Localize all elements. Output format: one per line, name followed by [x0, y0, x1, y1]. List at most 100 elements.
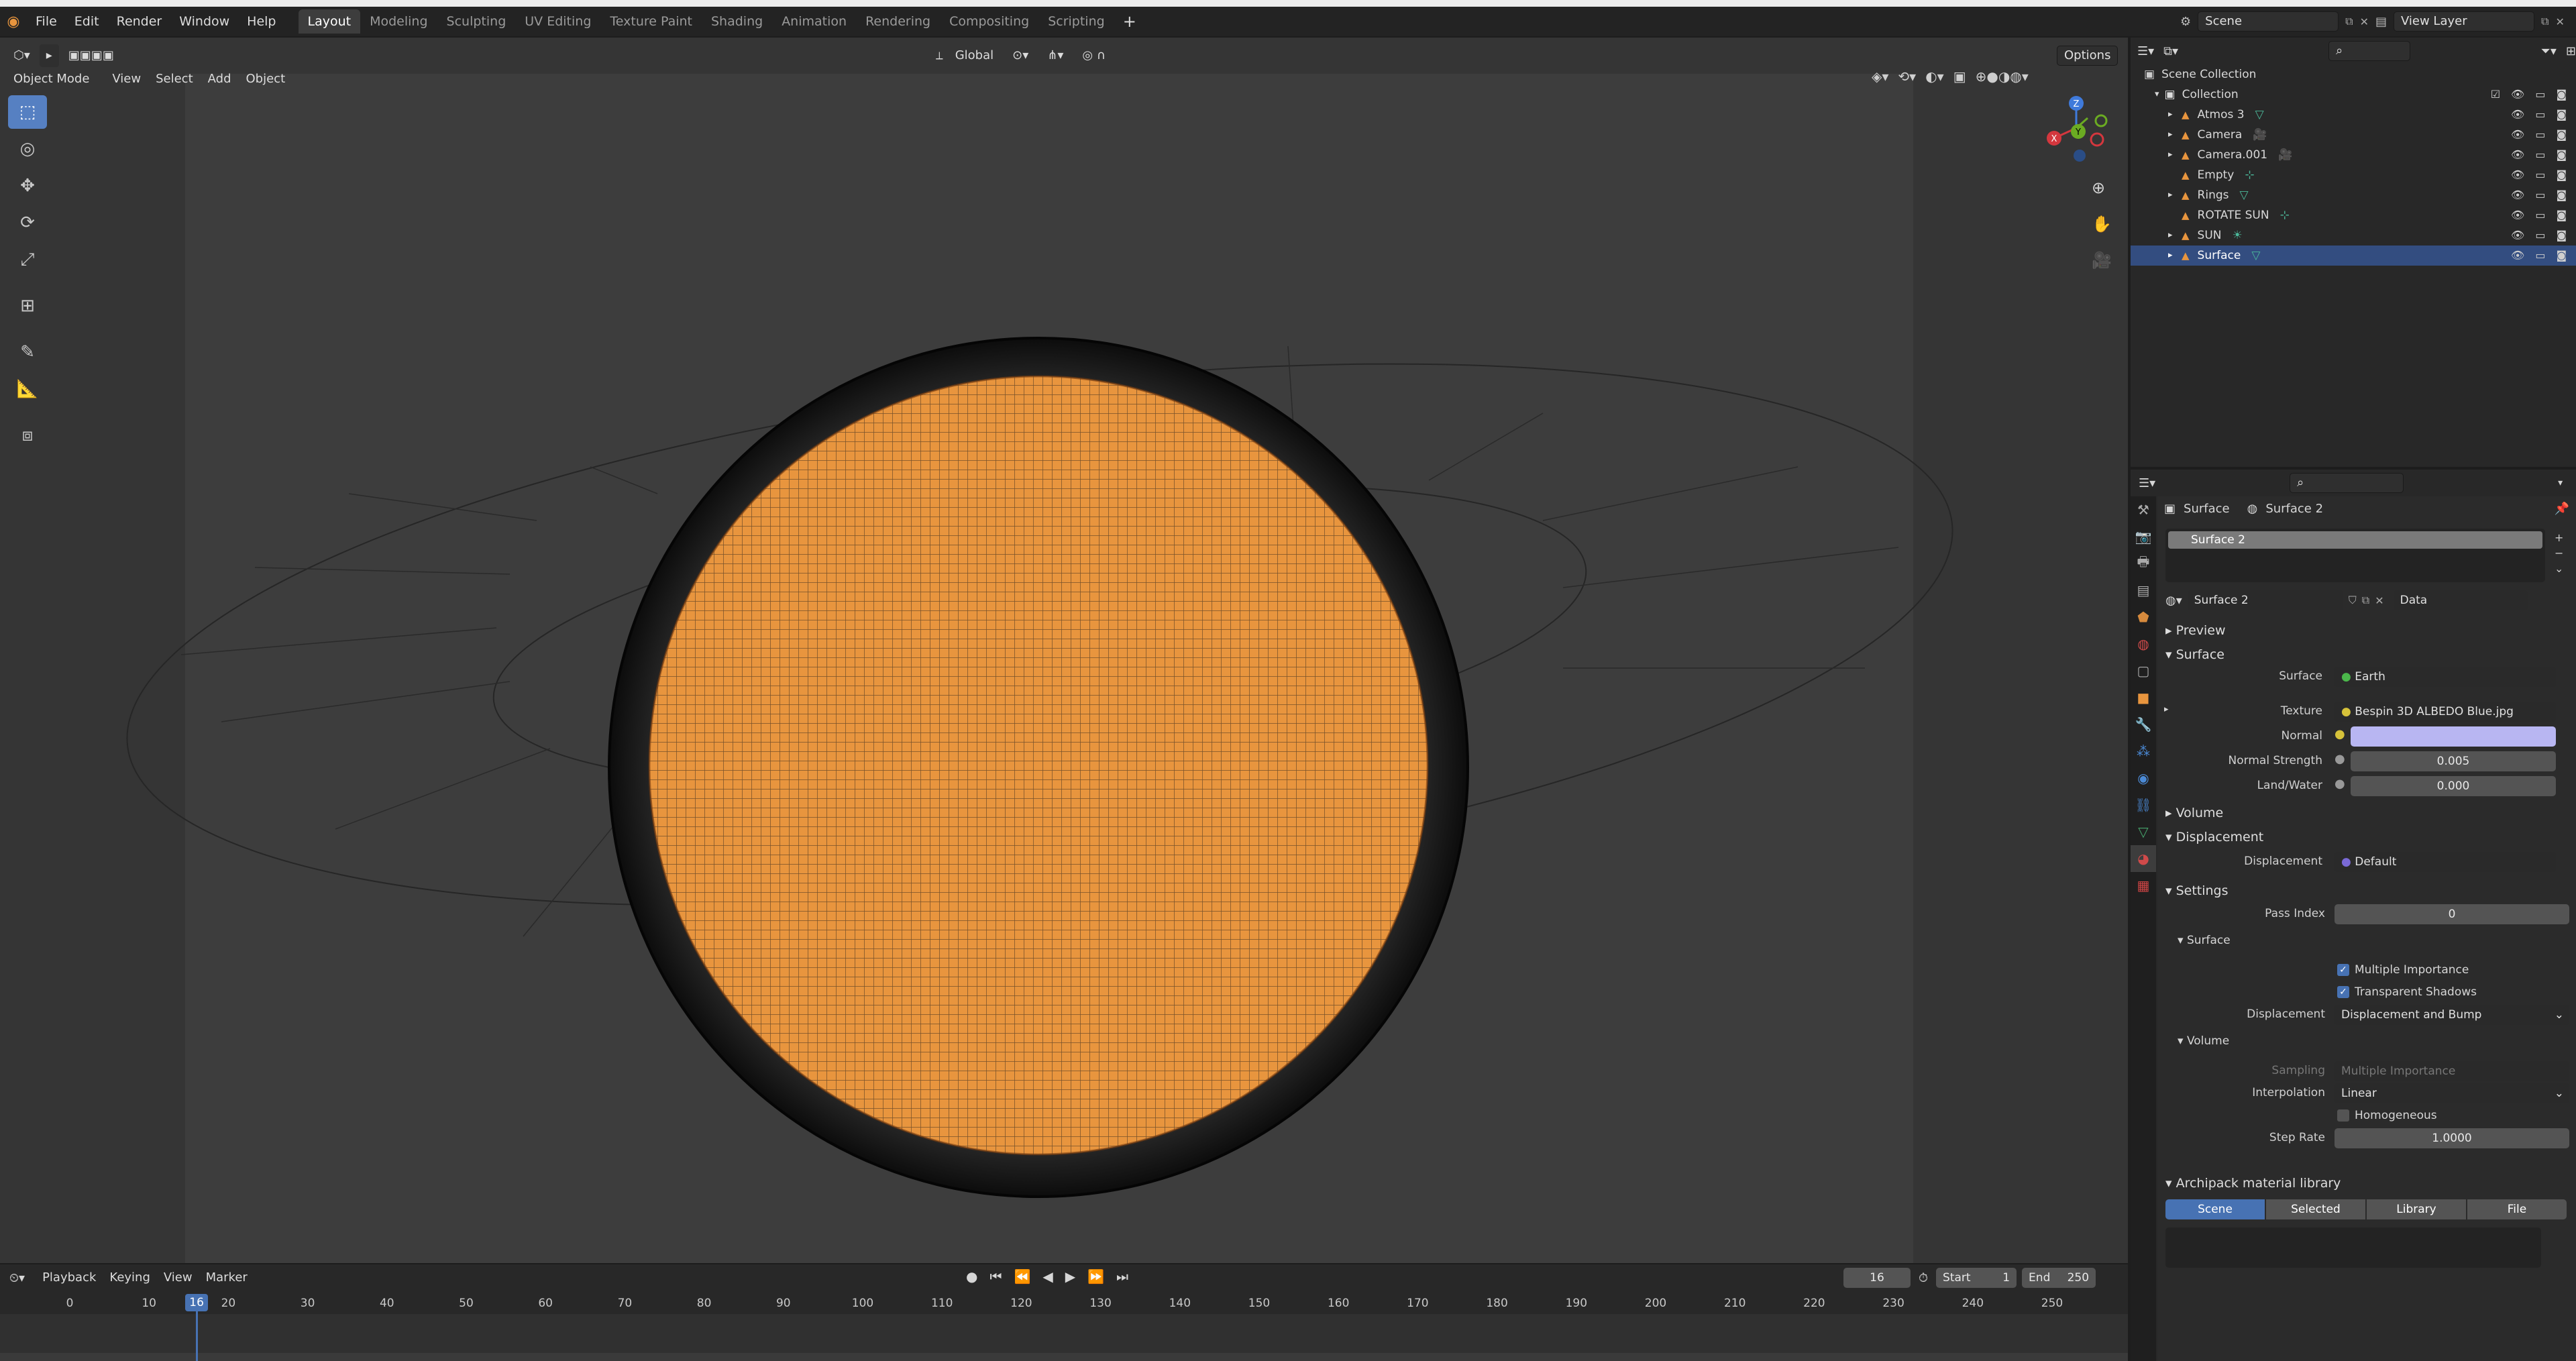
eye-icon[interactable]: 👁 [2511, 225, 2524, 246]
start-frame-field[interactable]: Start 1 [1936, 1268, 2017, 1288]
surface-subpanel-header[interactable]: ▾ Surface [2178, 934, 2231, 947]
pan-hand-icon[interactable]: ✋ [2092, 215, 2112, 233]
camera-view-icon[interactable]: 🎥 [2092, 251, 2112, 270]
world-tab-icon[interactable]: ◍ [2131, 631, 2156, 657]
rotate-icon[interactable]: ⟳ [8, 206, 47, 239]
fake-user-icon[interactable]: ⛉ [2349, 594, 2357, 607]
expand-arrow-icon[interactable]: ▸ [2168, 125, 2182, 145]
outliner-item-surface[interactable]: ▸ ▲ Surface ▽ 👁 ▭ ◙ [2131, 246, 2576, 266]
monitor-icon[interactable]: ▭ [2535, 105, 2545, 125]
surface-panel-header[interactable]: ▾ Surface [2157, 643, 2576, 667]
eye-icon[interactable]: 👁 [2511, 125, 2524, 145]
render-tab-icon[interactable]: 📷 [2131, 523, 2156, 550]
normal-color-field[interactable] [2351, 726, 2556, 747]
display-mode-icon[interactable]: ⧉▾ [2163, 44, 2178, 58]
close-icon[interactable]: ✕ [2555, 15, 2564, 28]
expand-arrow-icon[interactable]: ▸ [2168, 145, 2182, 165]
editor-type-icon[interactable]: ☰▾ [2137, 44, 2154, 58]
copy-icon[interactable]: ⧉ [2541, 15, 2548, 28]
object-tab-icon[interactable]: ■ [2131, 684, 2156, 711]
menu-render[interactable]: Render [108, 7, 171, 36]
3d-viewport[interactable]: ⬡▾ ▸ ▣▣▣▣ ⟂ Global ⊙▾ ⋔▾ ◎ ∩ Options Obj… [0, 38, 2128, 1263]
move-icon[interactable]: ✥ [8, 169, 47, 203]
tab-animation[interactable]: Animation [772, 9, 856, 34]
viewport-menu-view[interactable]: View [105, 68, 148, 91]
monitor-icon[interactable]: ▭ [2535, 165, 2545, 185]
multiple-importance-checkbox[interactable]: ✓ Multiple Importance [2337, 963, 2469, 977]
monitor-icon[interactable]: ▭ [2535, 205, 2545, 225]
eye-icon[interactable]: 👁 [2511, 185, 2524, 205]
blender-logo-icon[interactable]: ◉ [0, 13, 27, 30]
expand-arrow-icon[interactable]: ▸ [2168, 105, 2182, 125]
select-mode-icon[interactable]: ▸ [39, 44, 59, 67]
outliner-item-camera-001[interactable]: ▸ ▲ Camera.001 🎥 👁 ▭ ◙ [2131, 145, 2576, 165]
eye-icon[interactable]: 👁 [2511, 145, 2524, 165]
texture-field[interactable]: ● Bespin 3D ALBEDO Blue.jpg [2334, 702, 2556, 722]
add-slot-icon[interactable]: + [2555, 531, 2563, 544]
pivot-icon[interactable]: ⊙▾ [1006, 44, 1035, 67]
monitor-icon[interactable]: ▭ [2535, 185, 2545, 205]
expand-arrow-icon[interactable]: ▾ [2155, 85, 2159, 105]
volume-panel-header[interactable]: ▸ Volume [2157, 801, 2576, 825]
viewport-menu-object[interactable]: Object [239, 68, 292, 91]
timeline-track[interactable] [0, 1314, 2128, 1353]
monitor-icon[interactable]: ▭ [2535, 125, 2545, 145]
outliner-collection[interactable]: ▾ ▣ Collection ☑ 👁 ▭ ◙ [2131, 85, 2576, 105]
orientation-dropdown[interactable]: Global [949, 44, 1000, 67]
tab-texture-paint[interactable]: Texture Paint [600, 9, 702, 34]
texture-tab-icon[interactable]: ▦ [2131, 872, 2156, 899]
outliner-item-rings[interactable]: ▸ ▲ Rings ▽ 👁 ▭ ◙ [2131, 185, 2576, 205]
constraints-tab-icon[interactable]: ⛓ [2131, 792, 2156, 818]
chevron-down-icon[interactable]: ⌄ [2555, 562, 2563, 575]
timeline-menu-view[interactable]: View [157, 1266, 199, 1289]
archipack-tab-scene[interactable]: Scene [2165, 1199, 2265, 1219]
editor-type-icon[interactable]: ⏲▾ [9, 1271, 25, 1285]
material-slot[interactable]: Surface 2 [2168, 531, 2542, 549]
displacement-field[interactable]: ● Default [2334, 852, 2556, 872]
outliner-item-rotate-sun[interactable]: ▲ ROTATE SUN ⊹ 👁 ▭ ◙ [2131, 205, 2576, 225]
render-camera-icon[interactable]: ◙ [2556, 246, 2567, 266]
cursor-icon[interactable]: ◎ [8, 132, 47, 166]
archipack-tab-library[interactable]: Library [2367, 1199, 2466, 1219]
monitor-icon[interactable]: ▭ [2535, 145, 2545, 165]
timeline-menu-playback[interactable]: Playback [36, 1266, 103, 1289]
measure-icon[interactable]: 📐 [8, 372, 47, 406]
surface-shader-field[interactable]: ● Earth [2334, 667, 2556, 687]
menu-file[interactable]: File [27, 7, 66, 36]
material-browse-icon[interactable]: ◍▾ [2165, 594, 2182, 608]
monitor-icon[interactable]: ▭ [2535, 225, 2545, 246]
duplicate-icon[interactable]: ⧉ [2362, 594, 2369, 607]
render-camera-icon[interactable]: ◙ [2556, 145, 2567, 165]
editor-type-icon[interactable]: ⬡▾ [7, 44, 37, 67]
editor-type-icon[interactable]: ☰▾ [2139, 476, 2155, 490]
clock-icon[interactable]: ⏱ [1919, 1271, 1928, 1285]
tab-uv-editing[interactable]: UV Editing [515, 9, 600, 34]
expand-arrow-icon[interactable]: ▸ [2168, 246, 2182, 266]
transparent-shadows-checkbox[interactable]: ✓ Transparent Shadows [2337, 985, 2477, 999]
viewport-menu-select[interactable]: Select [149, 68, 200, 91]
outliner-item-atmos-3[interactable]: ▸ ▲ Atmos 3 ▽ 👁 ▭ ◙ [2131, 105, 2576, 125]
prev-keyframe-icon[interactable]: ⏪ [1014, 1268, 1030, 1285]
collection-tab-icon[interactable]: ▢ [2131, 657, 2156, 684]
displacement-method-dropdown[interactable]: Displacement and Bump ⌄ [2334, 1005, 2569, 1025]
data-tab-icon[interactable]: ▽ [2131, 818, 2156, 845]
unlink-icon[interactable]: ✕ [2375, 594, 2383, 607]
properties-search-input[interactable]: ⌕ [2290, 473, 2404, 493]
view-layer-field[interactable]: View Layer [2394, 11, 2534, 32]
render-camera-icon[interactable]: ◙ [2556, 105, 2567, 125]
gizmo-icon[interactable]: ⟲▾ [1898, 68, 1916, 85]
current-frame-field[interactable]: 16 [1843, 1268, 1911, 1288]
copy-icon[interactable]: ⧉ [2345, 15, 2353, 28]
selection-modes-icon[interactable]: ▣▣▣▣ [62, 44, 121, 67]
eye-icon[interactable]: 👁 [2511, 105, 2524, 125]
tab-scripting[interactable]: Scripting [1038, 9, 1114, 34]
end-frame-field[interactable]: End 250 [2022, 1268, 2096, 1288]
pin-icon[interactable]: 📌 [2555, 502, 2569, 516]
material-tab-icon[interactable]: ◕ [2131, 845, 2156, 872]
timeline-scrollbar[interactable] [0, 1353, 2128, 1361]
filter-icon[interactable]: ⏷▾ [2540, 44, 2556, 58]
normal-strength-field[interactable]: 0.005 [2351, 751, 2556, 771]
outliner-item-sun[interactable]: ▸ ▲ SUN ☀ 👁 ▭ ◙ [2131, 225, 2576, 246]
chevron-down-icon[interactable]: ▾ [2558, 478, 2563, 488]
options-dropdown[interactable]: Options [2057, 46, 2118, 66]
